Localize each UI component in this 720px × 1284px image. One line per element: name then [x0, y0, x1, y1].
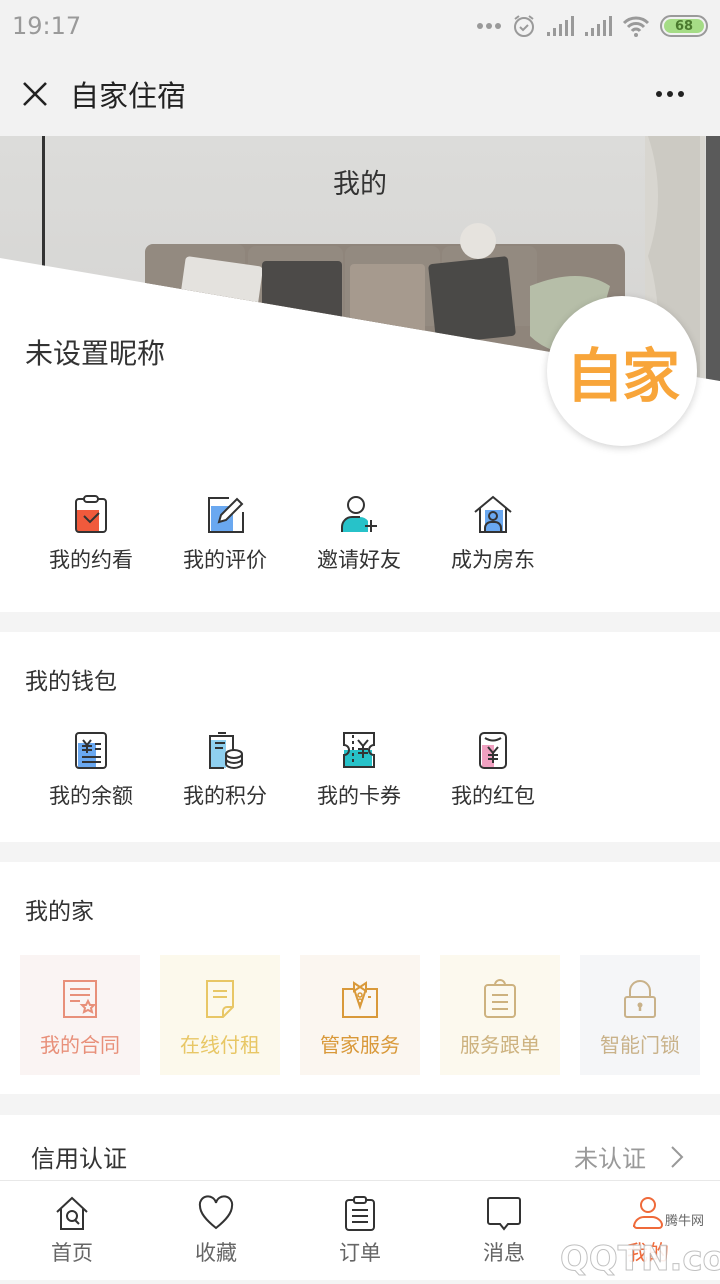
tab-label: 订单	[339, 1241, 381, 1265]
tab-home[interactable]: 首页	[0, 1181, 144, 1280]
quick-action-label: 邀请好友	[317, 548, 401, 572]
more-button[interactable]	[640, 76, 700, 112]
quick-action-label: 我的约看	[49, 548, 133, 572]
wallet-item-balance[interactable]: 我的余额	[24, 730, 158, 810]
butler-icon	[342, 981, 378, 1018]
section-title: 我的钱包	[25, 669, 117, 695]
avatar-logo-text: 自家	[565, 342, 680, 410]
more-dots-icon	[477, 23, 501, 29]
service-clipboard-icon	[484, 979, 516, 1018]
tab-messages[interactable]: 消息	[432, 1181, 576, 1280]
bottom-tab-bar: 首页 收藏 订单 消息 我的	[0, 1181, 720, 1280]
wallet-item-label: 我的红包	[451, 784, 535, 808]
wallet-item-label: 我的积分	[183, 784, 267, 808]
status-time: 19:17	[12, 12, 82, 40]
status-bar: 19:17 68	[0, 0, 720, 52]
tab-label: 收藏	[195, 1241, 237, 1265]
wallet-item-coupons[interactable]: 我的卡券	[292, 730, 426, 810]
user-icon	[633, 1197, 664, 1229]
my-home-section: 我的家 我的合同 在线付租 管家服务 服务跟单 智能门锁	[0, 862, 720, 1094]
chevron-right-icon	[671, 1146, 684, 1168]
profile-header: 我的 未设置昵称 自家	[0, 136, 720, 456]
house-person-icon	[474, 495, 512, 533]
home-card-contract[interactable]: 我的合同	[20, 955, 140, 1075]
quick-actions: 我的约看 我的评价 邀请好友 成为房东	[0, 456, 720, 612]
quick-action-label: 我的评价	[183, 548, 267, 572]
home-card-service-tracking[interactable]: 服务跟单	[440, 955, 560, 1075]
tab-label: 首页	[51, 1241, 93, 1265]
tab-orders[interactable]: 订单	[288, 1181, 432, 1280]
app-title: 自家住宿	[70, 79, 187, 113]
quick-action-become-landlord[interactable]: 成为房东	[426, 494, 560, 574]
wallet-section: 我的钱包 我的余额 我的积分 我的卡券 我的红包	[0, 632, 720, 842]
battery-icon: 68	[660, 15, 708, 37]
home-card-label: 智能门锁	[600, 1033, 680, 1057]
clipboard-check-icon	[75, 495, 107, 533]
signal-icon	[547, 16, 574, 36]
close-icon	[23, 82, 47, 106]
wifi-icon	[622, 16, 650, 37]
tab-mine[interactable]: 我的	[576, 1181, 720, 1280]
title-bar: 自家住宿	[0, 52, 720, 136]
section-title: 我的家	[25, 899, 94, 925]
wallet-item-label: 我的余额	[49, 784, 133, 808]
home-card-label: 我的合同	[40, 1033, 120, 1057]
points-coins-icon	[209, 732, 243, 770]
quick-action-invite[interactable]: 邀请好友	[292, 494, 426, 574]
nickname[interactable]: 未设置昵称	[25, 332, 165, 372]
contract-icon	[63, 980, 97, 1018]
quick-action-viewings[interactable]: 我的约看	[24, 494, 158, 574]
edit-pencil-icon	[208, 497, 244, 533]
wallet-item-label: 我的卡券	[317, 784, 401, 808]
balance-yen-icon	[75, 732, 107, 769]
coupon-ticket-icon	[343, 732, 375, 768]
battery-level: 68	[664, 19, 704, 34]
home-card-label: 在线付租	[180, 1033, 260, 1057]
quick-action-reviews[interactable]: 我的评价	[158, 494, 292, 574]
wallet-item-points[interactable]: 我的积分	[158, 730, 292, 810]
tab-favorites[interactable]: 收藏	[144, 1181, 288, 1280]
home-card-pay-rent[interactable]: 在线付租	[160, 955, 280, 1075]
credit-label: 信用认证	[31, 1145, 127, 1173]
heart-icon	[198, 1195, 234, 1230]
alarm-icon	[514, 15, 534, 37]
credit-status: 未认证	[574, 1145, 646, 1173]
home-card-label: 服务跟单	[460, 1033, 540, 1057]
page-title: 我的	[333, 169, 387, 200]
credit-certification-row[interactable]: 信用认证 未认证	[0, 1115, 720, 1181]
home-card-smart-lock[interactable]: 智能门锁	[580, 955, 700, 1075]
red-envelope-icon	[479, 732, 507, 769]
pay-rent-icon	[206, 980, 234, 1018]
signal-icon	[585, 16, 612, 36]
avatar[interactable]: 自家	[547, 296, 697, 446]
home-card-label: 管家服务	[320, 1033, 400, 1057]
more-icon	[656, 91, 662, 97]
message-icon	[487, 1197, 521, 1231]
order-clipboard-icon	[345, 1196, 375, 1231]
home-card-butler[interactable]: 管家服务	[300, 955, 420, 1075]
tab-label: 我的	[627, 1241, 669, 1265]
status-icons: 68	[476, 14, 708, 38]
wallet-item-red-envelope[interactable]: 我的红包	[426, 730, 560, 810]
close-button[interactable]	[0, 52, 70, 136]
quick-action-label: 成为房东	[451, 548, 535, 572]
smart-lock-icon	[624, 980, 656, 1018]
tab-label: 消息	[483, 1241, 525, 1265]
home-search-icon	[56, 1196, 88, 1230]
add-user-icon	[341, 496, 377, 532]
